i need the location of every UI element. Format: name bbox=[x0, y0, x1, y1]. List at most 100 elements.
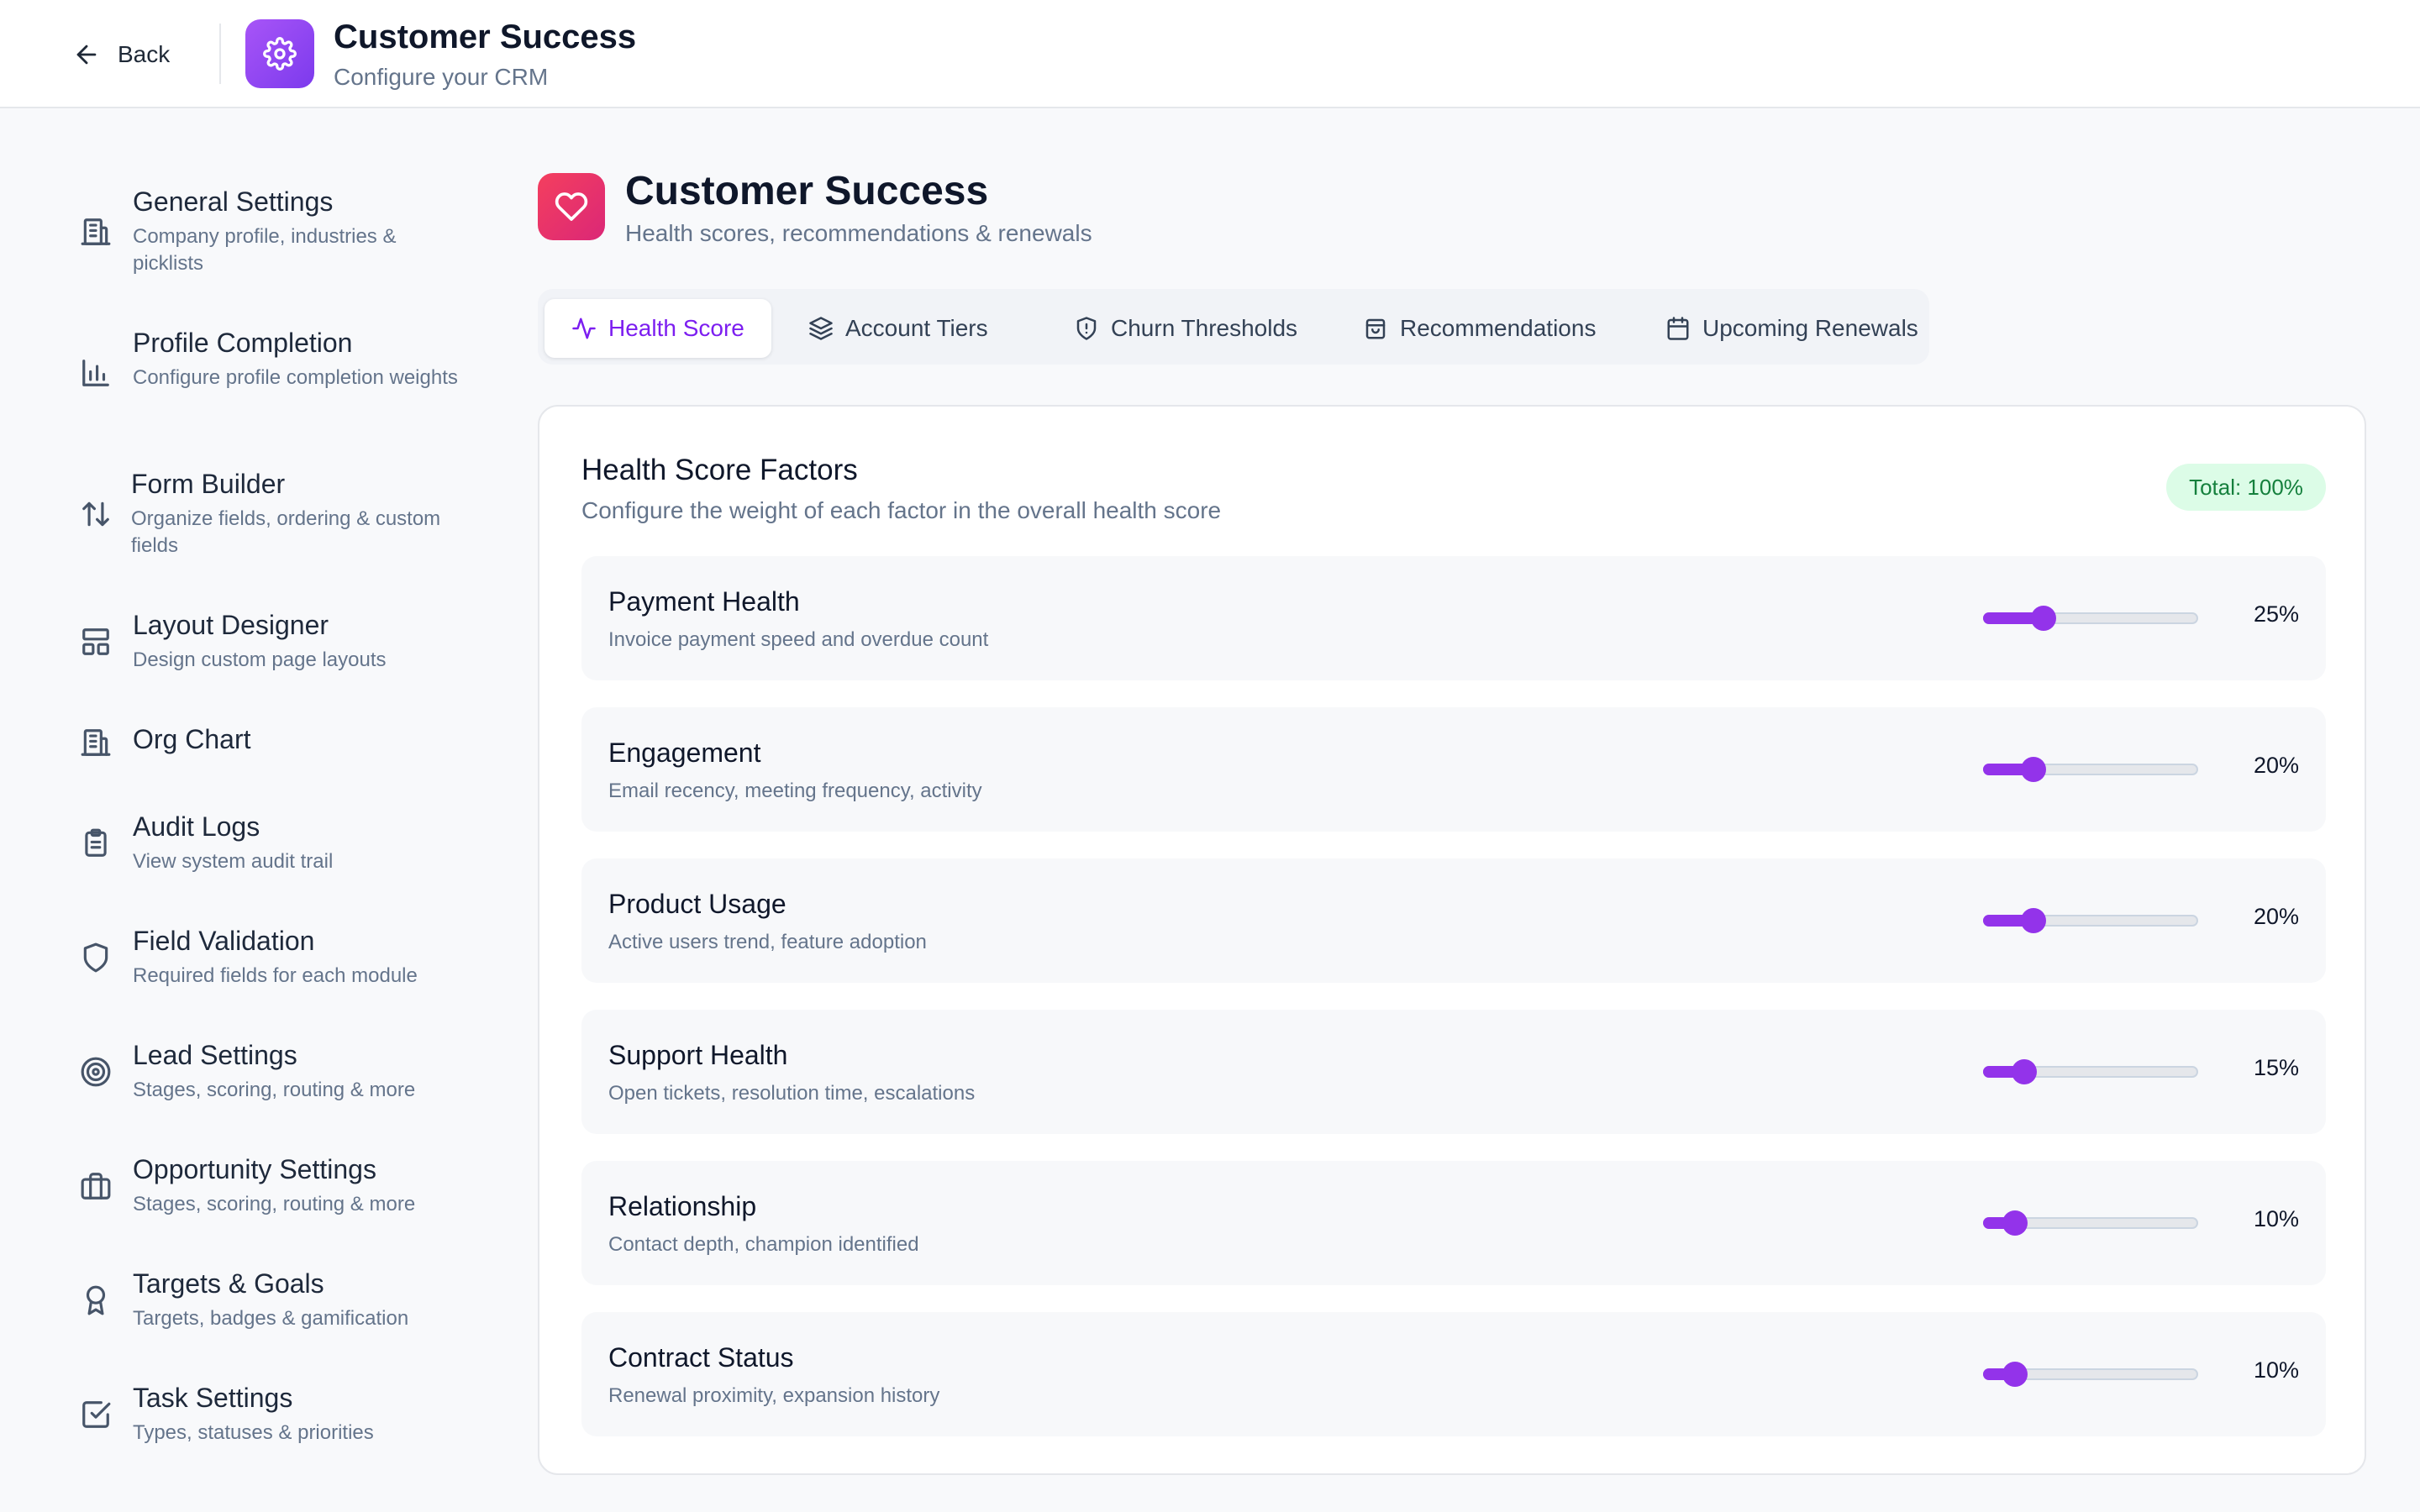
shield-alert-icon bbox=[1074, 316, 1099, 341]
tab-upcoming-renewals[interactable]: Upcoming Renewals bbox=[1639, 299, 1945, 358]
sidebar-item-audit-logs[interactable]: Audit Logs View system audit trail bbox=[77, 811, 464, 879]
factor-row-product-usage: Product Usage Active users trend, featur… bbox=[581, 858, 2326, 983]
back-button[interactable]: Back bbox=[72, 34, 170, 76]
sidebar-item-title: Form Builder bbox=[131, 469, 286, 499]
sidebar-item-lead-settings[interactable]: Lead Settings Stages, scoring, routing &… bbox=[77, 1040, 464, 1107]
app-title: Customer Success bbox=[334, 18, 637, 55]
sidebar-item-desc: Configure profile completion weights bbox=[133, 366, 458, 389]
sidebar-item-org-chart[interactable]: Org Chart bbox=[77, 724, 464, 766]
sidebar-item-field-validation[interactable]: Field Validation Required fields for eac… bbox=[77, 926, 464, 993]
sidebar-item-desc: Organize fields, ordering & custom field… bbox=[131, 507, 441, 557]
factor-desc: Active users trend, feature adoption bbox=[608, 931, 927, 953]
weight-slider[interactable] bbox=[1983, 1210, 2198, 1236]
sidebar-item-form-builder[interactable]: Form Builder Organize fields, ordering &… bbox=[77, 469, 464, 561]
slider-thumb[interactable] bbox=[2002, 1210, 2028, 1236]
tab-label: Upcoming Renewals bbox=[1702, 315, 1918, 341]
layout-icon bbox=[77, 623, 114, 660]
sidebar-item-opportunity-settings[interactable]: Opportunity Settings Stages, scoring, ro… bbox=[77, 1154, 464, 1221]
heart-icon bbox=[538, 173, 605, 240]
sidebar-item-title: General Settings bbox=[133, 186, 334, 217]
app-subtitle: Configure your CRM bbox=[334, 64, 549, 90]
sidebar-item-title: Layout Designer bbox=[133, 610, 329, 640]
factor-desc: Renewal proximity, expansion history bbox=[608, 1384, 940, 1407]
shield-icon bbox=[77, 939, 114, 976]
building-icon bbox=[77, 724, 114, 761]
slider-thumb[interactable] bbox=[2021, 908, 2047, 933]
sidebar-item-title: Lead Settings bbox=[133, 1040, 297, 1070]
building-icon bbox=[77, 213, 114, 250]
factor-desc: Invoice payment speed and overdue count bbox=[608, 628, 989, 651]
sidebar-item-title: Task Settings bbox=[133, 1383, 293, 1413]
header-divider bbox=[219, 24, 221, 84]
factor-row-relationship: Relationship Contact depth, champion ide… bbox=[581, 1161, 2326, 1285]
health-score-factors-card: Health Score Factors Configure the weigh… bbox=[538, 405, 2366, 1475]
tab-health-score[interactable]: Health Score bbox=[544, 299, 771, 358]
sidebar-item-title: Profile Completion bbox=[133, 328, 353, 358]
check-square-icon bbox=[77, 1396, 114, 1433]
slider-thumb[interactable] bbox=[2030, 606, 2056, 631]
weight-slider[interactable] bbox=[1983, 1362, 2198, 1387]
sidebar-item-title: Field Validation bbox=[133, 926, 315, 956]
tab-account-tiers[interactable]: Account Tiers bbox=[781, 299, 1015, 358]
weight-slider[interactable] bbox=[1983, 908, 2198, 933]
tab-bar: Health Score Account Tiers Churn Thresho… bbox=[538, 289, 1929, 365]
activity-icon bbox=[571, 316, 597, 341]
factor-row-payment-health: Payment Health Invoice payment speed and… bbox=[581, 556, 2326, 680]
factor-name: Support Health bbox=[608, 1040, 788, 1070]
factor-percent: 20% bbox=[2253, 904, 2299, 929]
page-subtitle: Health scores, recommendations & renewal… bbox=[625, 220, 1092, 246]
weight-slider[interactable] bbox=[1983, 1059, 2198, 1084]
weight-slider[interactable] bbox=[1983, 606, 2198, 631]
page-title: Customer Success bbox=[625, 169, 989, 213]
sidebar-item-title: Org Chart bbox=[133, 724, 251, 754]
slider-thumb[interactable] bbox=[2002, 1362, 2028, 1387]
tab-label: Recommendations bbox=[1400, 315, 1597, 341]
sidebar-item-desc: Company profile, industries & picklists bbox=[133, 225, 397, 275]
sidebar-item-desc: Design custom page layouts bbox=[133, 648, 387, 671]
tab-recommendations[interactable]: Recommendations bbox=[1336, 299, 1623, 358]
tab-label: Account Tiers bbox=[845, 315, 988, 341]
sidebar-item-task-settings[interactable]: Task Settings Types, statuses & prioriti… bbox=[77, 1383, 464, 1450]
sidebar-item-general-settings[interactable]: General Settings Company profile, indust… bbox=[77, 186, 464, 279]
factor-desc: Email recency, meeting frequency, activi… bbox=[608, 780, 982, 802]
slider-thumb[interactable] bbox=[2021, 757, 2047, 782]
target-icon bbox=[77, 1053, 114, 1090]
factor-percent: 10% bbox=[2253, 1206, 2299, 1231]
calendar-icon bbox=[1665, 316, 1691, 341]
card-subtitle: Configure the weight of each factor in t… bbox=[581, 497, 1222, 523]
factor-row-engagement: Engagement Email recency, meeting freque… bbox=[581, 707, 2326, 832]
factor-percent: 10% bbox=[2253, 1357, 2299, 1383]
arrow-left-icon bbox=[72, 40, 101, 69]
sidebar-item-title: Audit Logs bbox=[133, 811, 260, 842]
sidebar-item-targets-goals[interactable]: Targets & Goals Targets, badges & gamifi… bbox=[77, 1268, 464, 1336]
sidebar-item-desc: Stages, scoring, routing & more bbox=[133, 1193, 416, 1215]
sidebar-item-desc: Stages, scoring, routing & more bbox=[133, 1079, 416, 1101]
award-icon bbox=[77, 1282, 114, 1319]
sidebar-item-desc: Required fields for each module bbox=[133, 964, 418, 987]
factor-name: Engagement bbox=[608, 738, 761, 768]
top-header: Back Customer Success Configure your CRM bbox=[0, 0, 2420, 108]
shopping-bag-icon bbox=[1363, 316, 1388, 341]
factor-name: Payment Health bbox=[608, 586, 800, 617]
sidebar-item-desc: Targets, badges & gamification bbox=[133, 1307, 409, 1330]
bar-chart-icon bbox=[77, 354, 114, 391]
tab-label: Health Score bbox=[608, 315, 744, 341]
factor-name: Product Usage bbox=[608, 889, 786, 919]
factor-desc: Open tickets, resolution time, escalatio… bbox=[608, 1082, 976, 1105]
factor-name: Contract Status bbox=[608, 1342, 794, 1373]
weight-slider[interactable] bbox=[1983, 757, 2198, 782]
factor-row-support-health: Support Health Open tickets, resolution … bbox=[581, 1010, 2326, 1134]
sidebar-item-title: Targets & Goals bbox=[133, 1268, 324, 1299]
briefcase-icon bbox=[77, 1168, 114, 1205]
sidebar-item-layout-designer[interactable]: Layout Designer Design custom page layou… bbox=[77, 610, 464, 677]
layers-icon bbox=[808, 316, 834, 341]
tab-churn-thresholds[interactable]: Churn Thresholds bbox=[1047, 299, 1324, 358]
factor-percent: 25% bbox=[2253, 601, 2299, 627]
sort-arrows-icon bbox=[77, 496, 114, 533]
gear-icon bbox=[245, 19, 314, 88]
sidebar-item-profile-completion[interactable]: Profile Completion Configure profile com… bbox=[77, 328, 464, 420]
sidebar-item-desc: View system audit trail bbox=[133, 850, 334, 873]
slider-thumb[interactable] bbox=[2011, 1059, 2037, 1084]
sidebar-item-title: Opportunity Settings bbox=[133, 1154, 376, 1184]
factor-percent: 15% bbox=[2253, 1055, 2299, 1080]
